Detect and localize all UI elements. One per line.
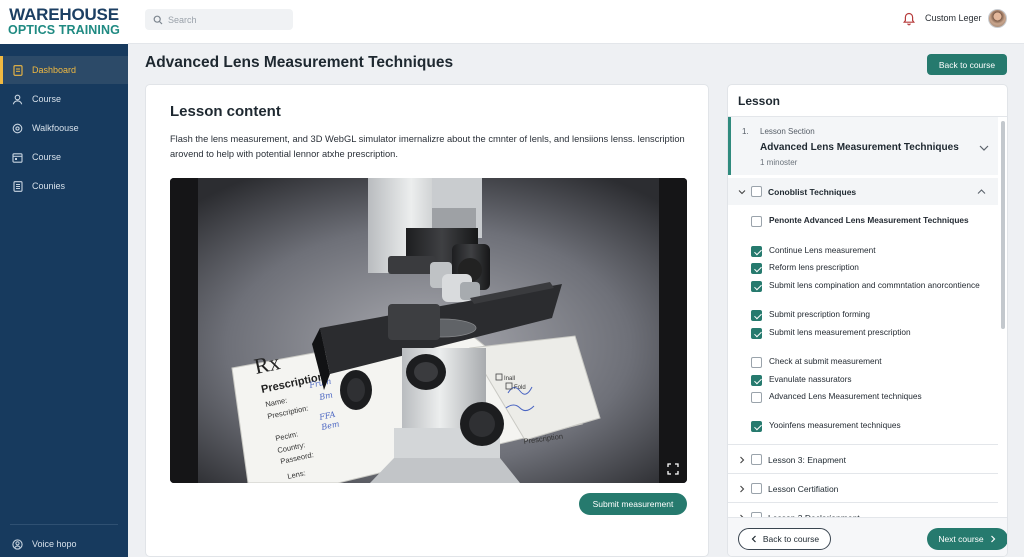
- task-checkbox[interactable]: [751, 392, 762, 403]
- section-name: Advanced Lens Measurement Techniques: [760, 142, 959, 153]
- person-circle-icon: [12, 538, 23, 550]
- sidebar-divider: [10, 524, 118, 525]
- task-checkbox[interactable]: [751, 281, 762, 292]
- sidebar-item-label: Course: [32, 152, 62, 162]
- group-lesson-3-enapment[interactable]: Lesson 3: Enapment: [728, 446, 998, 473]
- sidebar-item-label: Voice hopo: [32, 539, 77, 549]
- user-name[interactable]: Custom Leger: [925, 13, 982, 23]
- row-divider: [728, 473, 998, 474]
- list-icon: [12, 180, 23, 192]
- sidebar-item-label: Walkfoouse: [32, 123, 79, 133]
- task-checkbox[interactable]: [751, 310, 762, 321]
- search-icon: [153, 15, 163, 24]
- page-title: Advanced Lens Measurement Techniques: [145, 54, 454, 71]
- group-conoblist-techniques[interactable]: Conoblist Techniques: [728, 178, 998, 205]
- task-label: Check at submit measurement: [769, 356, 882, 366]
- sidebar-item-course[interactable]: Course: [0, 85, 128, 113]
- chevron-up-icon[interactable]: [977, 188, 986, 196]
- task-label: Submit lens compination and commntation …: [769, 280, 980, 290]
- fullscreen-icon[interactable]: [667, 463, 679, 475]
- row-divider: [728, 444, 998, 445]
- microscope-scene: Rx Prescription Name: Prescription: Peci…: [170, 178, 687, 483]
- task-label: Reform lens prescription: [769, 262, 859, 272]
- task-label: Continue Lens measurement: [769, 245, 876, 255]
- notification-bell-icon[interactable]: [903, 12, 915, 26]
- search-input[interactable]: [168, 14, 288, 25]
- panel-title: Lesson: [738, 94, 781, 108]
- section-label: Lesson Section: [760, 127, 815, 136]
- 3d-simulator-viewer[interactable]: Rx Prescription Name: Prescription: Peci…: [170, 178, 687, 483]
- section-number: 1.: [742, 127, 749, 136]
- group-checkbox[interactable]: [751, 454, 762, 465]
- lesson-description: Flash the lens measurement, and 3D WebGL…: [170, 134, 685, 159]
- task-label: Submit prescription forming: [769, 309, 870, 319]
- chevron-down-icon[interactable]: [738, 188, 746, 196]
- lesson-outline-panel: Lesson 1. Lesson Section Advanced Lens M…: [727, 84, 1008, 557]
- next-course-label: Next course: [938, 534, 984, 544]
- task-label: Penonte Advanced Lens Measurement Techni…: [769, 215, 969, 225]
- task-checkbox[interactable]: [751, 246, 762, 257]
- task-checkbox[interactable]: [751, 328, 762, 339]
- group-checkbox[interactable]: [751, 186, 762, 197]
- sidebar-item-label: Counies: [32, 181, 66, 191]
- sidebar-item-voice-help[interactable]: Voice hopo: [0, 530, 128, 557]
- top-bar: WAREHOUSE OPTICS TRAINING Custom Leger: [0, 0, 1024, 44]
- panel-scrollbar[interactable]: [1001, 121, 1005, 329]
- current-lesson-section[interactable]: 1. Lesson Section Advanced Lens Measurem…: [728, 117, 998, 175]
- calendar-icon: [12, 152, 23, 163]
- sidebar: Dashboard Course Walkfoouse Course Couni…: [0, 44, 128, 557]
- group-label: Conoblist Techniques: [768, 186, 857, 197]
- lesson-content-heading: Lesson content: [170, 103, 281, 120]
- sidebar-item-dashboard[interactable]: Dashboard: [0, 56, 128, 84]
- brand-line-1: WAREHOUSE: [9, 5, 119, 24]
- sidebar-item-label: Dashboard: [32, 65, 77, 75]
- back-to-course-button[interactable]: Back to course: [927, 54, 1007, 75]
- task-checkbox[interactable]: [751, 375, 762, 386]
- sidebar-item-counies[interactable]: Counies: [0, 172, 128, 200]
- task-checkbox[interactable]: [751, 357, 762, 368]
- group-checkbox[interactable]: [751, 483, 762, 494]
- chevron-right-icon[interactable]: [738, 485, 746, 493]
- group-label: Lesson 3: Enapment: [768, 454, 846, 465]
- task-checkbox[interactable]: [751, 421, 762, 432]
- section-duration: 1 minoster: [760, 158, 798, 167]
- prescription-rx: Rx: [252, 349, 282, 379]
- row-divider: [728, 502, 998, 503]
- task-label: Evanulate nassurators: [769, 374, 852, 384]
- user-icon: [12, 94, 23, 105]
- search-box[interactable]: [145, 9, 293, 30]
- group-label: Lesson Certifiation: [768, 483, 839, 494]
- settings-icon: [12, 123, 23, 134]
- next-course-button[interactable]: Next course: [927, 528, 1007, 550]
- task-label: Yooinfens measurement techniques: [769, 420, 901, 430]
- prescription-checkbox-fold: Fold: [514, 385, 526, 391]
- panel-footer: Back to course Next course: [728, 517, 1007, 556]
- document-icon: [12, 64, 23, 76]
- chevron-right-icon: [990, 535, 996, 543]
- sidebar-item-walkfoouse[interactable]: Walkfoouse: [0, 114, 128, 142]
- task-label: Submit lens measurement prescription: [769, 327, 911, 337]
- chevron-left-icon: [751, 535, 756, 543]
- user-avatar[interactable]: [988, 9, 1007, 28]
- task-checkbox[interactable]: [751, 216, 762, 227]
- back-to-course-footer-button[interactable]: Back to course: [738, 528, 831, 550]
- chevron-down-icon[interactable]: [979, 144, 989, 152]
- prescription-checkbox-inall: Inall: [504, 376, 515, 382]
- chevron-right-icon[interactable]: [738, 456, 746, 464]
- sidebar-item-label: Course: [32, 94, 62, 104]
- brand-logo[interactable]: WAREHOUSE OPTICS TRAINING: [0, 0, 128, 44]
- back-to-course-label: Back to course: [762, 534, 820, 544]
- group-lesson-certifiation[interactable]: Lesson Certifiation: [728, 475, 998, 502]
- brand-line-2: OPTICS TRAINING: [8, 23, 120, 37]
- task-checkbox[interactable]: [751, 263, 762, 274]
- sidebar-item-course-2[interactable]: Course: [0, 143, 128, 171]
- task-label: Advanced Lens Measurement techniques: [769, 391, 922, 401]
- submit-measurement-button[interactable]: Submit measurement: [579, 493, 687, 515]
- lesson-content-card: Lesson content Flash the lens measuremen…: [145, 84, 709, 557]
